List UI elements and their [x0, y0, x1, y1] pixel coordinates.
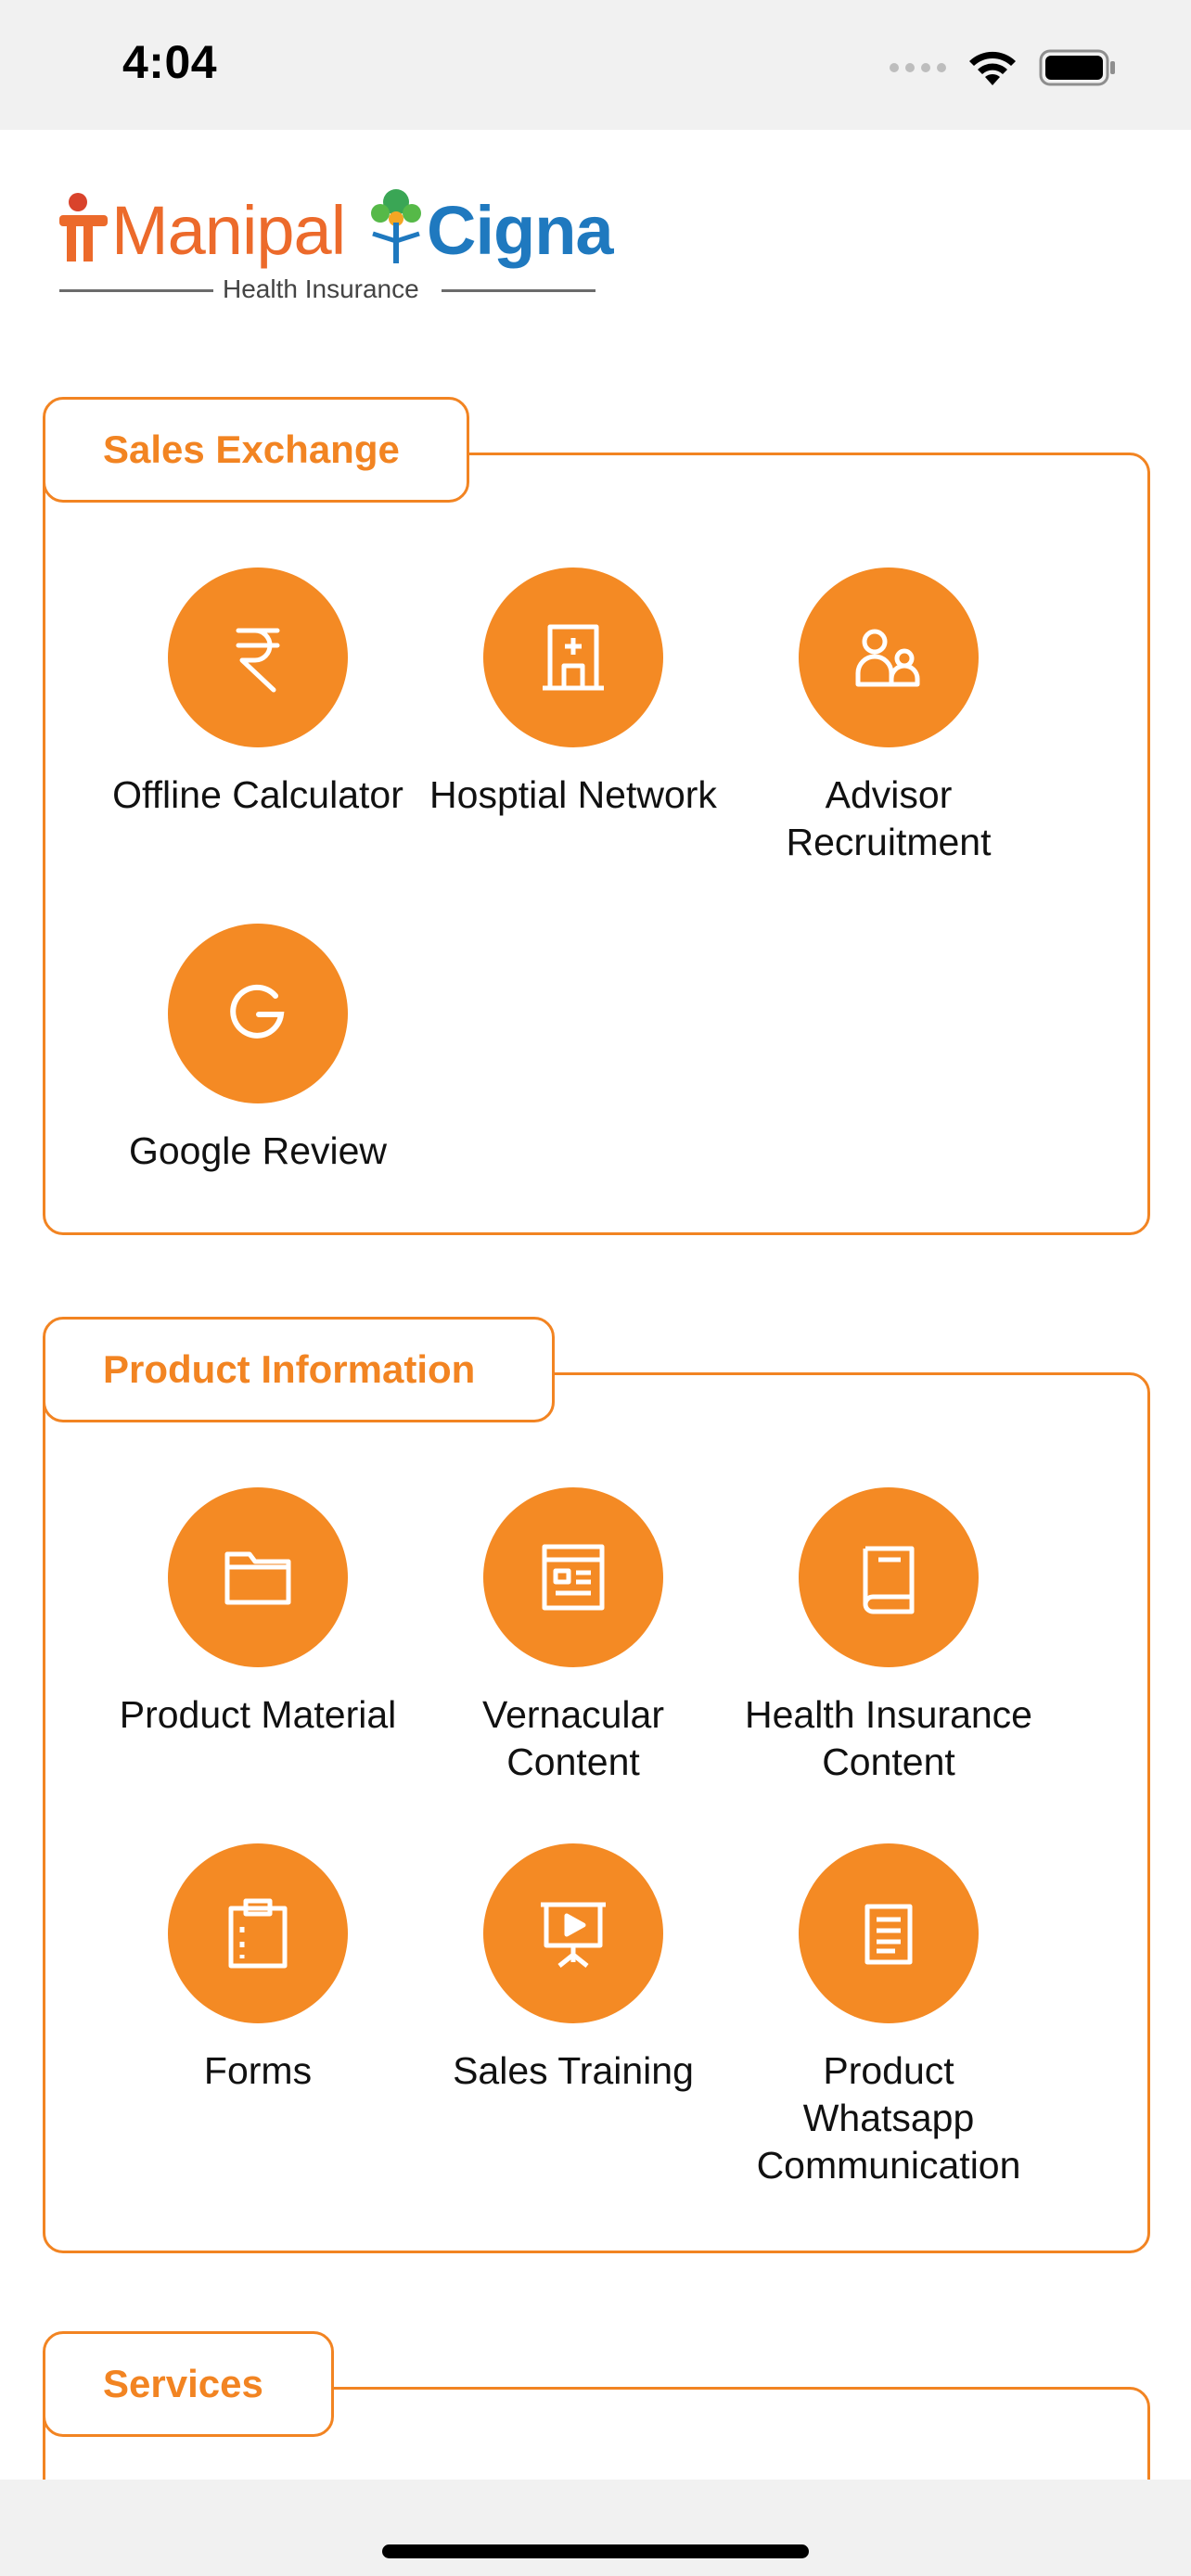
- people-icon: [799, 567, 979, 747]
- battery-icon: [1039, 49, 1115, 86]
- manipal-cigna-logo: Manipal Cigna Health Insurance: [58, 185, 614, 306]
- advisor-recruitment-button[interactable]: Advisor Recruitment: [731, 567, 1046, 866]
- google-icon: [168, 924, 348, 1103]
- logo-divider-right: [442, 289, 596, 292]
- logo-brand-left: Manipal: [111, 192, 346, 269]
- hospital-icon: [483, 567, 663, 747]
- presentation-icon: [483, 1843, 663, 2023]
- document-icon: [799, 1843, 979, 2023]
- sales-training-button[interactable]: Sales Training: [416, 1843, 731, 2095]
- item-label: Health Insurance Content: [745, 1693, 1032, 1783]
- section-title: Product Information: [43, 1317, 555, 1422]
- item-label: Vernacular Content: [481, 1693, 664, 1783]
- item-label: Forms: [203, 2049, 313, 2092]
- item-label: Product Material: [119, 1693, 397, 1736]
- vernacular-content-button[interactable]: Vernacular Content: [416, 1487, 731, 1786]
- newspaper-icon: [483, 1487, 663, 1667]
- item-label: Advisor Recruitment: [786, 773, 992, 863]
- logo-divider-left: [59, 289, 213, 292]
- hospital-network-button[interactable]: Hosptial Network: [416, 567, 731, 819]
- status-indicators: [890, 45, 1117, 91]
- section-title: Sales Exchange: [43, 397, 469, 503]
- status-bar: 4:04: [0, 0, 1191, 130]
- health-insurance-content-button[interactable]: Health Insurance Content: [731, 1487, 1046, 1786]
- home-indicator-bar: [0, 2480, 1191, 2576]
- home-indicator[interactable]: [382, 2544, 809, 2558]
- logo-brand-right: Cigna: [427, 192, 614, 269]
- cellular-signal-icon: [890, 63, 946, 72]
- logo-subtitle: Health Insurance: [223, 274, 419, 303]
- logo-person-icon: [59, 193, 108, 261]
- item-label: Hosptial Network: [429, 773, 717, 816]
- clipboard-icon: [168, 1843, 348, 2023]
- item-label: Sales Training: [453, 2049, 694, 2092]
- status-time: 4:04: [122, 36, 218, 88]
- logo-tree-icon: [371, 189, 421, 263]
- forms-button[interactable]: Forms: [100, 1843, 416, 2095]
- item-label: Product Whatsapp Communication: [756, 2049, 1021, 2187]
- folder-icon: [168, 1487, 348, 1667]
- product-whatsapp-communication-button[interactable]: Product Whatsapp Communication: [731, 1843, 1046, 2189]
- section-product-information: Product Information Product Material Ver…: [43, 1317, 1150, 2253]
- google-review-button[interactable]: Google Review: [100, 924, 416, 1175]
- rupee-icon: [168, 567, 348, 747]
- offline-calculator-button[interactable]: Offline Calculator: [100, 567, 416, 819]
- app-screen: 4:04 Manipal Cigna Health Insurance Sale…: [0, 0, 1191, 2576]
- wifi-icon: [969, 51, 1016, 85]
- section-title: Services: [43, 2331, 334, 2437]
- item-label: Offline Calculator: [112, 773, 403, 816]
- product-material-button[interactable]: Product Material: [100, 1487, 416, 1739]
- book-icon: [799, 1487, 979, 1667]
- section-sales-exchange: Sales Exchange Offline Calculator Hospti…: [43, 397, 1150, 1235]
- item-label: Google Review: [128, 1129, 388, 1172]
